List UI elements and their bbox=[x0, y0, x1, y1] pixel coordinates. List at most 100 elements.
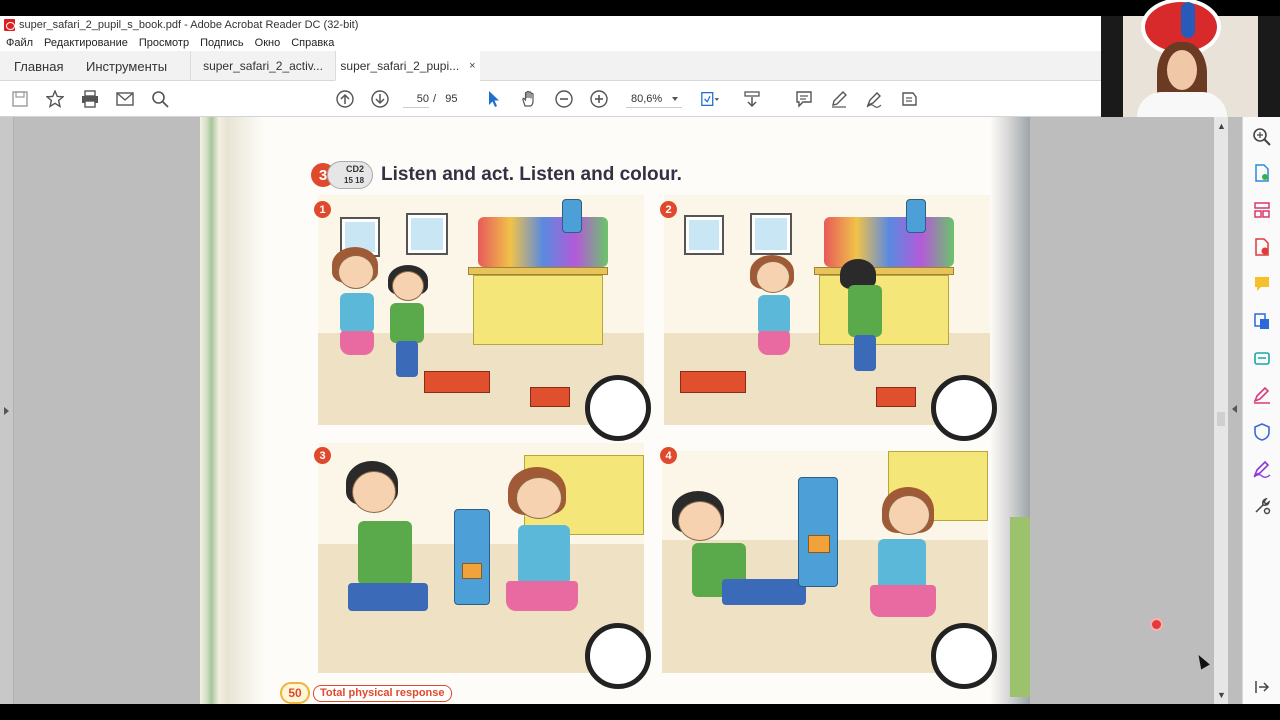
export-pdf-icon[interactable] bbox=[1252, 163, 1272, 183]
star-icon[interactable] bbox=[45, 89, 65, 109]
picture-number-2: 2 bbox=[660, 201, 677, 218]
save-icon[interactable] bbox=[10, 89, 30, 109]
edit-pdf-icon[interactable] bbox=[1252, 311, 1272, 331]
picture-canvas bbox=[689, 220, 719, 250]
wall-picture-flower bbox=[406, 213, 448, 255]
document-viewport[interactable]: 3 CD2 15 18 Listen and act. Listen and c… bbox=[0, 117, 1242, 704]
presenter-shirt bbox=[1137, 92, 1227, 117]
boy-trousers bbox=[348, 583, 428, 611]
chevron-right-icon bbox=[4, 407, 9, 415]
picture-number-1: 1 bbox=[314, 201, 331, 218]
boy-shirt bbox=[358, 521, 412, 585]
select-pointer-icon[interactable] bbox=[484, 89, 504, 109]
toy-shelf bbox=[478, 217, 608, 267]
girl-shirt bbox=[340, 293, 374, 333]
top-letterbox bbox=[0, 0, 1280, 16]
girl-head bbox=[338, 255, 374, 289]
recording-indicator-icon bbox=[1150, 618, 1163, 631]
answer-circle-4[interactable] bbox=[931, 623, 997, 689]
toy-shelf bbox=[824, 217, 954, 267]
boy-trousers bbox=[722, 579, 806, 605]
email-icon[interactable] bbox=[115, 89, 135, 109]
scrollbar-thumb[interactable] bbox=[1217, 412, 1225, 426]
page-spine bbox=[200, 117, 264, 704]
girl-shirt bbox=[518, 525, 570, 585]
picture-canvas bbox=[755, 218, 787, 250]
close-tab-icon[interactable]: × bbox=[469, 60, 475, 72]
menu-file[interactable]: Файл bbox=[6, 37, 33, 49]
previous-page-icon[interactable] bbox=[335, 89, 355, 109]
collapse-right-pane-icon[interactable] bbox=[1232, 405, 1237, 413]
boy-head bbox=[678, 501, 722, 541]
vertical-scrollbar[interactable]: ▲ ▼ bbox=[1214, 117, 1228, 704]
girl-skirt bbox=[506, 581, 578, 611]
boy-shirt bbox=[390, 303, 424, 343]
zoom-search-icon[interactable] bbox=[1252, 127, 1272, 147]
menu-window[interactable]: Окно bbox=[255, 37, 281, 49]
robot-toy bbox=[562, 199, 582, 233]
tab-tools[interactable]: Инструменты bbox=[72, 51, 190, 81]
tab-home[interactable]: Главная bbox=[0, 51, 72, 81]
send-for-signature-icon[interactable] bbox=[1252, 459, 1272, 479]
picture-number-3: 3 bbox=[314, 447, 331, 464]
picture-canvas bbox=[411, 218, 443, 250]
hand-tool-icon[interactable] bbox=[519, 89, 539, 109]
boy-trousers bbox=[854, 335, 876, 371]
tab-document-pupil[interactable]: super_safari_2_pupi... × bbox=[335, 51, 480, 81]
cupboard-top bbox=[814, 267, 954, 275]
right-tools-pane bbox=[1242, 117, 1280, 704]
left-nav-pane-toggle[interactable] bbox=[0, 117, 14, 704]
boy-shirt bbox=[848, 285, 882, 337]
menu-sign[interactable]: Подпись bbox=[200, 37, 244, 49]
menu-view[interactable]: Просмотр bbox=[139, 37, 189, 49]
comment-icon[interactable] bbox=[794, 89, 814, 109]
pdf-page: 3 CD2 15 18 Listen and act. Listen and c… bbox=[200, 117, 1030, 704]
girl-head bbox=[516, 477, 562, 519]
search-icon[interactable] bbox=[150, 89, 170, 109]
zoom-out-icon[interactable] bbox=[554, 89, 574, 109]
answer-circle-1[interactable] bbox=[585, 375, 651, 441]
answer-circle-3[interactable] bbox=[585, 623, 651, 689]
acrobat-pdf-icon bbox=[4, 19, 15, 31]
exercise-instruction: Listen and act. Listen and colour. bbox=[381, 164, 682, 185]
page-number-input[interactable]: 50 bbox=[403, 90, 429, 108]
answer-circle-2[interactable] bbox=[931, 375, 997, 441]
collapse-pane-icon[interactable] bbox=[1252, 677, 1272, 697]
tab-bar: Главная Инструменты super_safari_2_activ… bbox=[0, 51, 1101, 81]
scroll-mode-icon[interactable] bbox=[742, 89, 762, 109]
menu-bar: Файл Редактирование Просмотр Подпись Окн… bbox=[0, 34, 1101, 51]
presenter-face bbox=[1167, 50, 1197, 90]
create-pdf-icon[interactable] bbox=[1252, 237, 1272, 257]
menu-help[interactable]: Справка bbox=[291, 37, 334, 49]
organize-pages-icon[interactable] bbox=[1252, 200, 1272, 220]
tab-document-activity[interactable]: super_safari_2_activ... bbox=[190, 51, 335, 81]
fit-page-icon[interactable] bbox=[700, 89, 720, 109]
robot-panel bbox=[808, 535, 830, 553]
sign-icon[interactable] bbox=[864, 89, 884, 109]
webcam-overlay bbox=[1101, 0, 1280, 117]
girl-shirt bbox=[758, 295, 790, 335]
highlight-pen-icon[interactable] bbox=[829, 89, 849, 109]
zoom-in-icon[interactable] bbox=[589, 89, 609, 109]
print-icon[interactable] bbox=[80, 89, 100, 109]
comment-tool-icon[interactable] bbox=[1252, 274, 1272, 294]
logo-detail bbox=[1181, 2, 1195, 38]
chevron-down-icon bbox=[672, 97, 678, 101]
scroll-up-icon[interactable]: ▲ bbox=[1217, 121, 1226, 131]
next-page-icon[interactable] bbox=[370, 89, 390, 109]
boy-head bbox=[352, 471, 396, 513]
window-title: super_safari_2_pupil_s_book.pdf - Adobe … bbox=[19, 19, 359, 31]
zoom-level-dropdown[interactable]: 80,6% bbox=[626, 90, 682, 108]
boy-head bbox=[392, 271, 424, 301]
scroll-down-icon[interactable]: ▼ bbox=[1217, 690, 1226, 700]
fill-sign-icon[interactable] bbox=[1252, 385, 1272, 405]
girl-head bbox=[756, 261, 790, 293]
scan-ocr-icon[interactable] bbox=[1252, 348, 1272, 368]
tab-document-label: super_safari_2_activ... bbox=[203, 59, 323, 73]
next-page-edge bbox=[1010, 517, 1030, 697]
more-tools-icon[interactable] bbox=[899, 89, 919, 109]
more-tools-wrench-icon[interactable] bbox=[1252, 496, 1272, 516]
page-separator: / bbox=[433, 93, 437, 105]
menu-edit[interactable]: Редактирование bbox=[44, 37, 128, 49]
protect-shield-icon[interactable] bbox=[1252, 422, 1272, 442]
